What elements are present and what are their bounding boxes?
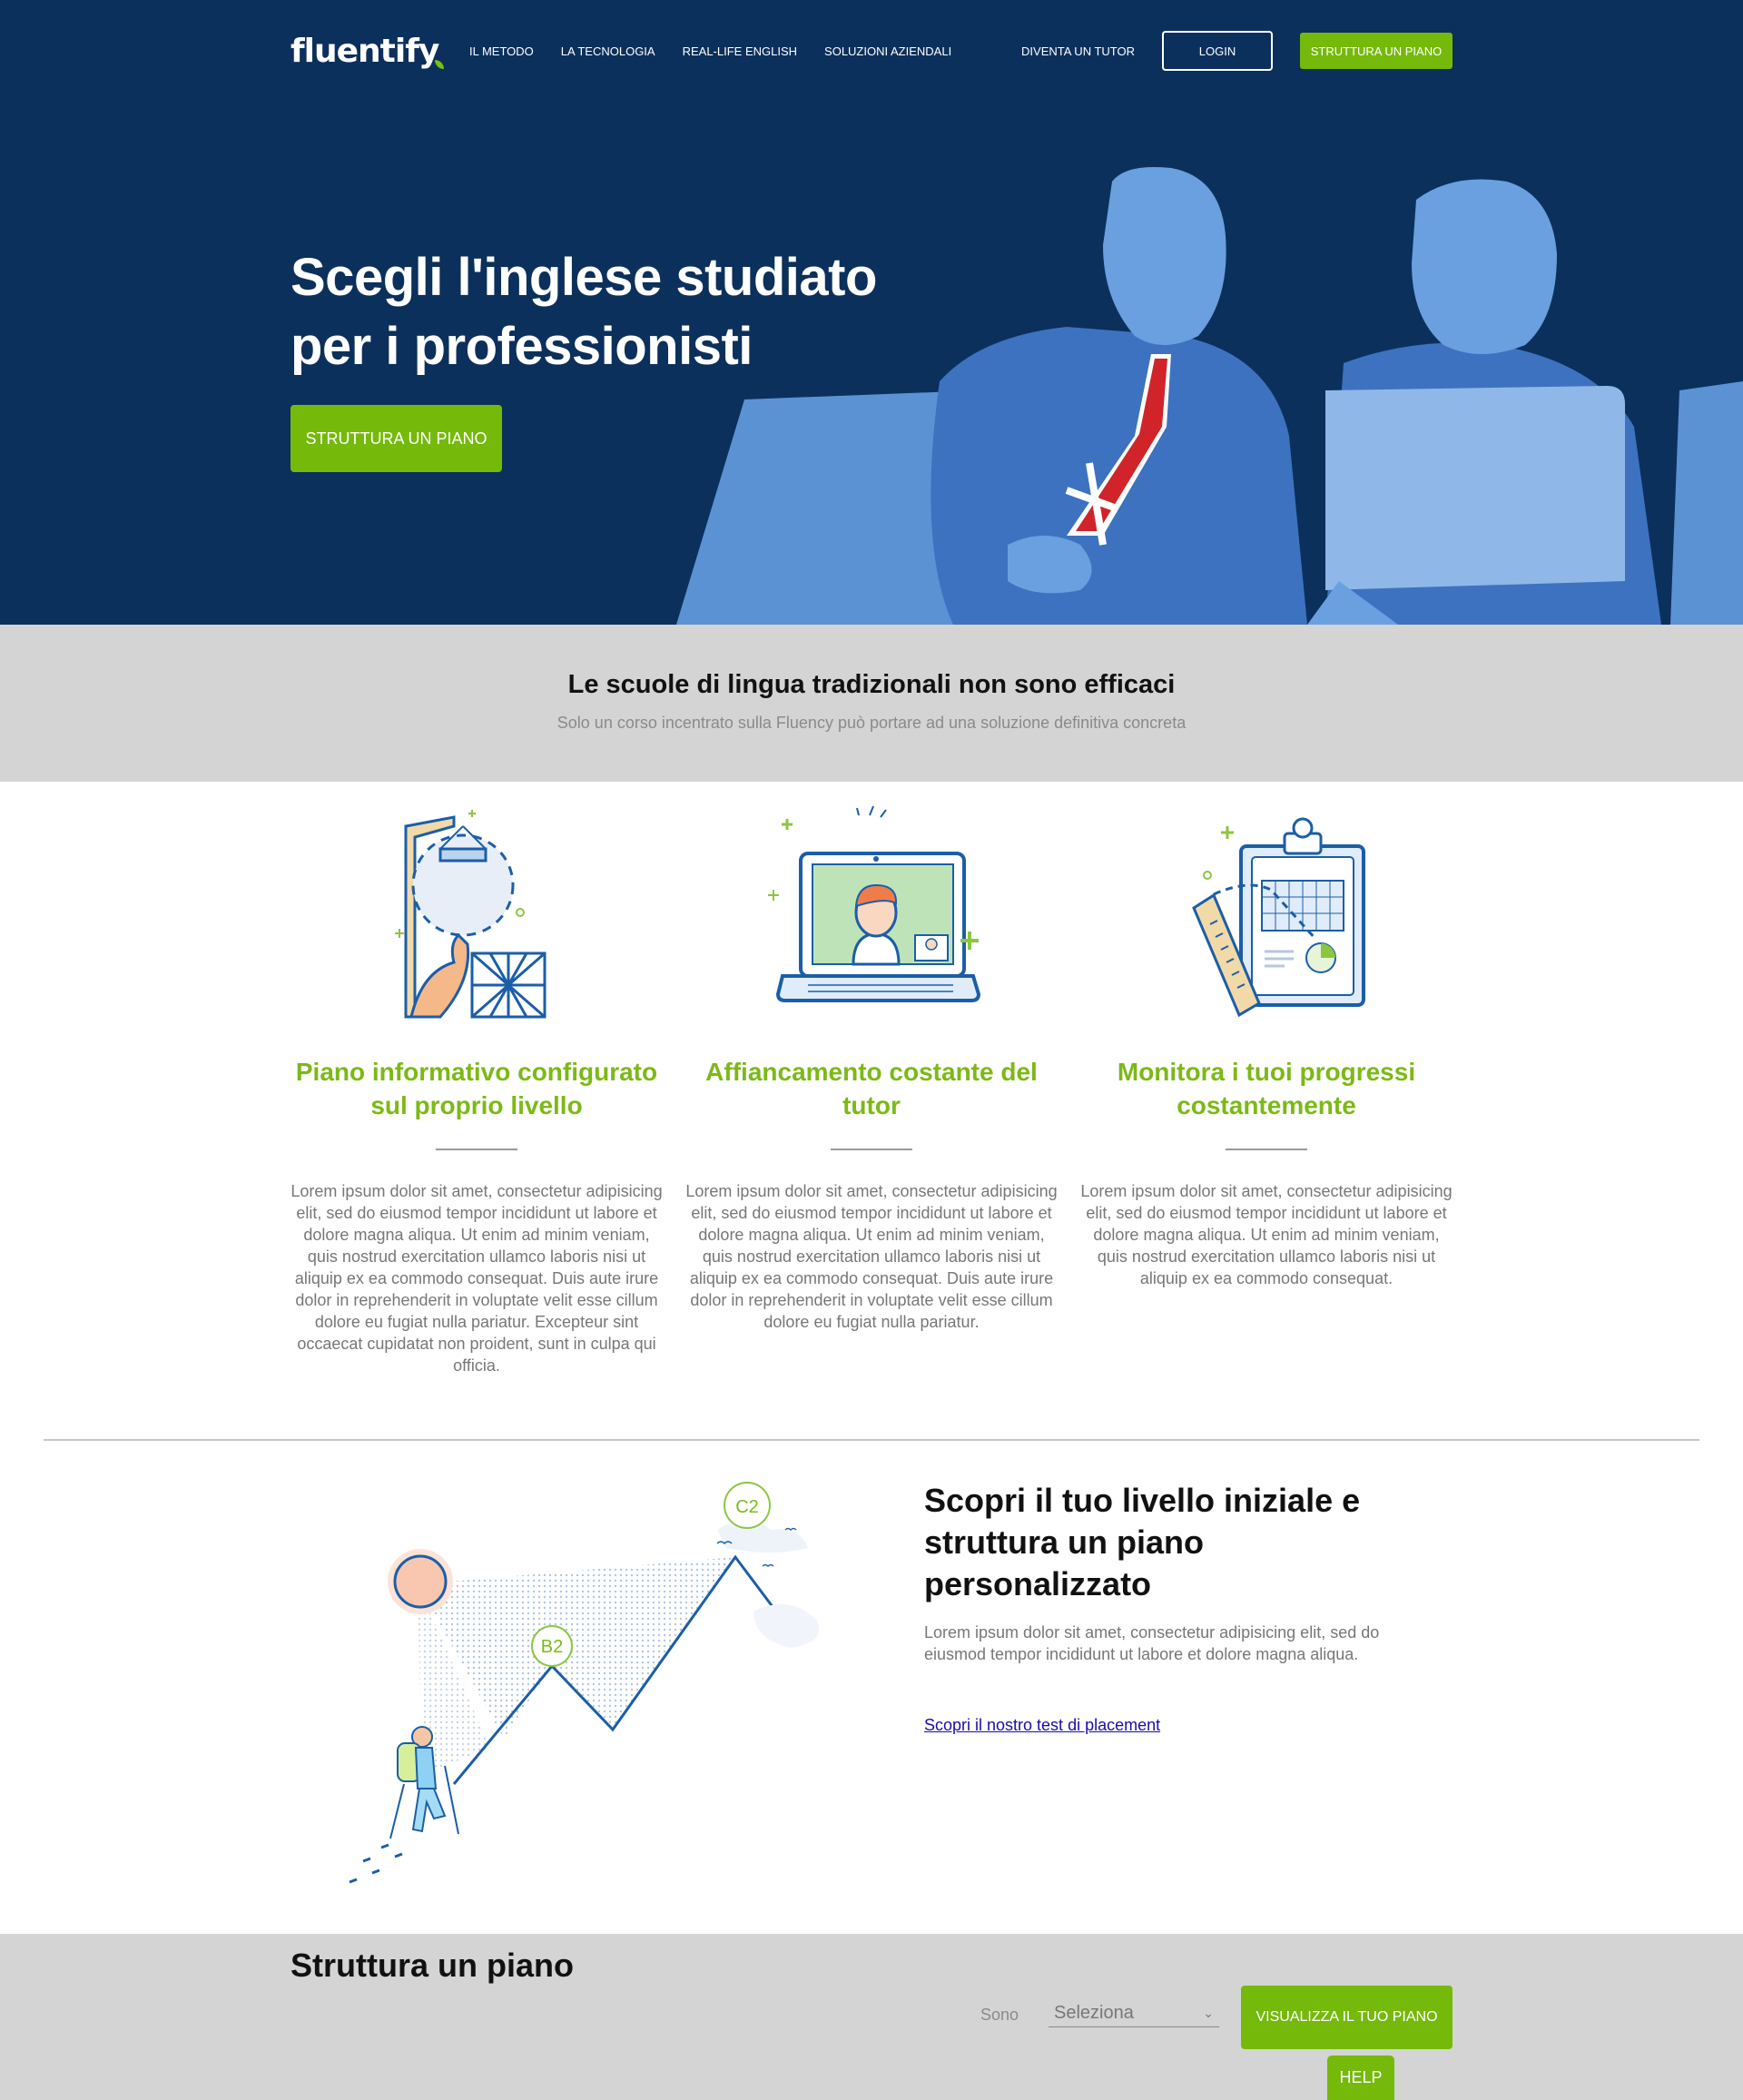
video-call-laptop-icon <box>768 805 980 1002</box>
nav-soluzioni-aziendali[interactable]: SOLUZIONI AZIENDALI <box>824 44 951 58</box>
plan-builder-title: Struttura un piano <box>290 1947 574 1984</box>
hero-cta-button[interactable]: STRUTTURA UN PIANO <box>290 405 502 472</box>
mountain-climber-illustration: B2 C2 <box>349 1482 819 1884</box>
fluentify-logo[interactable]: fluentify <box>290 22 445 80</box>
role-select-value: Seleziona <box>1054 2003 1134 2023</box>
section-divider <box>44 1439 1699 1441</box>
diventa-tutor-link[interactable]: DIVENTA UN TUTOR <box>1021 44 1135 58</box>
role-select[interactable]: Seleziona ⌄ <box>1049 2000 1219 2027</box>
nav-actions: DIVENTA UN TUTOR LOGIN STRUTTURA UN PIAN… <box>1021 22 1452 80</box>
placement-test-link[interactable]: Scopri il nostro test di placement <box>924 1716 1160 1735</box>
visualizza-piano-button[interactable]: VISUALIZZA IL TUO PIANO <box>1241 1986 1452 2049</box>
sono-label: Sono <box>980 2006 1019 2024</box>
feature-text: Lorem ipsum dolor sit amet, consectetur … <box>290 1182 663 1375</box>
nav-il-metodo[interactable]: IL METODO <box>469 44 534 58</box>
band-subtitle: Solo un corso incentrato sulla Fluency p… <box>556 714 1187 732</box>
nav-real-life-english[interactable]: REAL-LIFE ENGLISH <box>683 44 797 58</box>
feature-card: Piano informativo configurato sul propri… <box>290 799 663 1375</box>
main-nav: IL METODO LA TECNOLOGIA REAL-LIFE ENGLIS… <box>469 22 979 80</box>
feature-title: Monitora i tuoi progressi costantemente <box>1117 1058 1416 1119</box>
placement-title: Scopri il tuo livello iniziale e struttu… <box>924 1482 1361 1602</box>
problem-band: Le scuole di lingua tradizionali non son… <box>0 625 1743 782</box>
level-c2-text: C2 <box>735 1497 759 1517</box>
level-b2-text: B2 <box>541 1637 563 1657</box>
plan-builder-band <box>0 1934 1743 2100</box>
feature-text: Lorem ipsum dolor sit amet, consectetur … <box>1080 1182 1452 1287</box>
top-navigation: fluentify IL METODO LA TECNOLOGIA REAL-L… <box>290 22 1452 80</box>
feature-divider <box>831 1149 912 1150</box>
hero-title: Scegli l'inglese studiato per i professi… <box>290 243 980 381</box>
struttura-piano-nav-button[interactable]: STRUTTURA UN PIANO <box>1300 33 1452 69</box>
band-title: Le scuole di lingua tradizionali non son… <box>567 670 1176 699</box>
feature-title: Piano informativo configurato sul propri… <box>295 1058 658 1119</box>
placement-text: Lorem ipsum dolor sit amet, consectetur … <box>924 1623 1380 1663</box>
hero-title-line-2: per i professionisti <box>290 317 753 376</box>
features-section: Piano informativo configurato sul propri… <box>290 799 1452 1416</box>
feature-divider <box>1226 1149 1307 1150</box>
level-c2-badge: C2 <box>724 1482 771 1529</box>
feature-text: Lorem ipsum dolor sit amet, consectetur … <box>685 1182 1058 1331</box>
feature-divider <box>436 1149 517 1150</box>
feature-title: Affiancamento costante del tutor <box>705 1058 1038 1119</box>
construction-head-icon <box>395 810 547 1019</box>
hero-title-line-1: Scegli l'inglese studiato <box>290 248 877 307</box>
clipboard-progress-icon <box>1192 817 1365 1018</box>
nav-la-tecnologia[interactable]: LA TECNOLOGIA <box>561 44 655 58</box>
feature-card: Affiancamento costante del tutor Lorem i… <box>685 799 1058 1331</box>
hero-section: fluentify IL METODO LA TECNOLOGIA REAL-L… <box>0 0 1743 625</box>
login-button[interactable]: LOGIN <box>1162 31 1273 71</box>
level-b2-badge: B2 <box>531 1625 573 1667</box>
help-button[interactable]: HELP <box>1327 2056 1394 2100</box>
logo-text: fluentify <box>290 32 439 70</box>
chevron-down-icon: ⌄ <box>1203 2006 1214 2020</box>
feature-card: Monitora i tuoi progressi costantemente … <box>1080 799 1452 1287</box>
